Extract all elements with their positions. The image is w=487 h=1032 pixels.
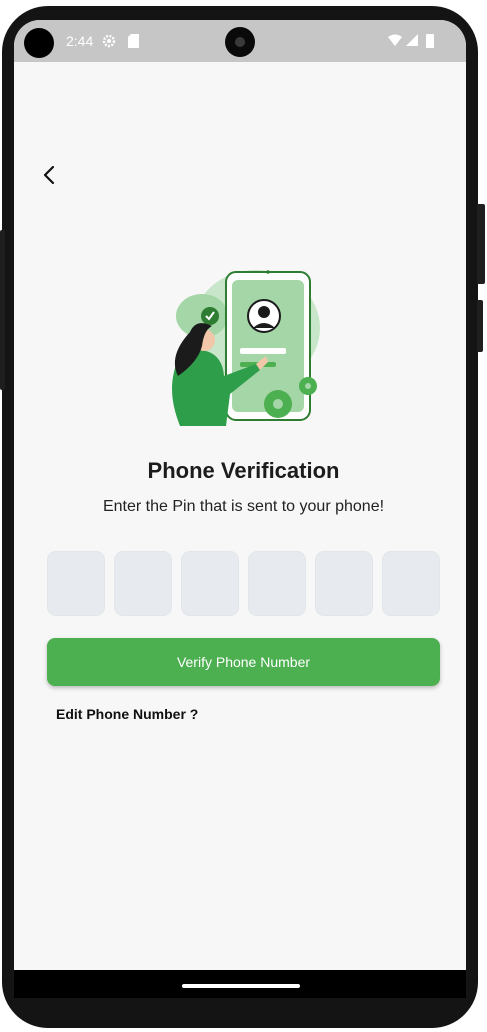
- battery-icon: [426, 34, 434, 48]
- status-time: 2:44: [66, 33, 94, 49]
- pin-digit-6[interactable]: [382, 551, 440, 616]
- camera-icon: [225, 27, 255, 57]
- screen: [14, 20, 466, 970]
- pin-digit-3[interactable]: [181, 551, 239, 616]
- pin-digit-4[interactable]: [248, 551, 306, 616]
- chevron-left-icon[interactable]: [36, 160, 64, 190]
- volume-button: [477, 300, 483, 352]
- page-title: Phone Verification: [147, 458, 340, 483]
- pin-digit-5[interactable]: [315, 551, 373, 616]
- phone-verification-illustration: [172, 270, 320, 426]
- home-indicator[interactable]: [182, 984, 300, 988]
- power-button: [477, 204, 485, 284]
- page-subtitle: Enter the Pin that is sent to your phone…: [102, 498, 385, 515]
- front-camera-hole: [24, 28, 54, 58]
- sd-card-icon: [128, 34, 139, 48]
- settings-gear-icon: [102, 34, 116, 48]
- side-button: [0, 230, 5, 390]
- pin-input-row: [47, 551, 440, 616]
- pin-digit-2[interactable]: [114, 551, 172, 616]
- cell-signal-icon: [406, 34, 418, 46]
- edit-phone-link[interactable]: Edit Phone Number ?: [56, 706, 198, 722]
- wifi-icon: [388, 34, 402, 46]
- verify-phone-button[interactable]: Verify Phone Number: [47, 638, 440, 686]
- pin-digit-1[interactable]: [47, 551, 105, 616]
